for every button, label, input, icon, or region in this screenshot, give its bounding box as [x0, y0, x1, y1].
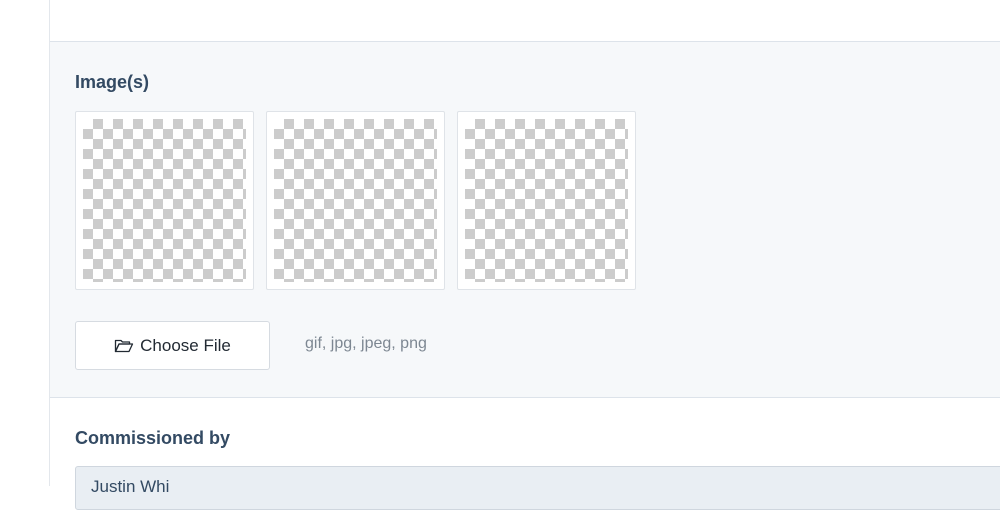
image-thumbnail[interactable] — [266, 111, 445, 290]
image-thumbnails — [75, 111, 636, 290]
transparent-checkerboard-image — [465, 119, 628, 282]
transparent-checkerboard-image — [83, 119, 246, 282]
images-section-title: Image(s) — [75, 72, 150, 92]
commissioned-by-input[interactable]: Justin Whi — [75, 466, 1000, 510]
image-thumbnail[interactable] — [75, 111, 254, 290]
commissioned-by-section: Commissioned by Justin Whi — [50, 398, 1000, 510]
choose-file-button[interactable]: Choose File — [75, 321, 270, 370]
choose-file-label: Choose File — [140, 335, 231, 355]
previous-section-panel — [50, 0, 1000, 42]
transparent-checkerboard-image — [274, 119, 437, 282]
left-gutter — [0, 0, 50, 486]
commissioned-by-title: Commissioned by — [75, 428, 231, 448]
allowed-file-types: gif, jpg, jpeg, png — [305, 335, 427, 352]
folder-open-icon — [114, 338, 134, 354]
images-section: Image(s) Choose File gif, jpg, jpeg, png — [50, 42, 1000, 398]
image-thumbnail[interactable] — [457, 111, 636, 290]
